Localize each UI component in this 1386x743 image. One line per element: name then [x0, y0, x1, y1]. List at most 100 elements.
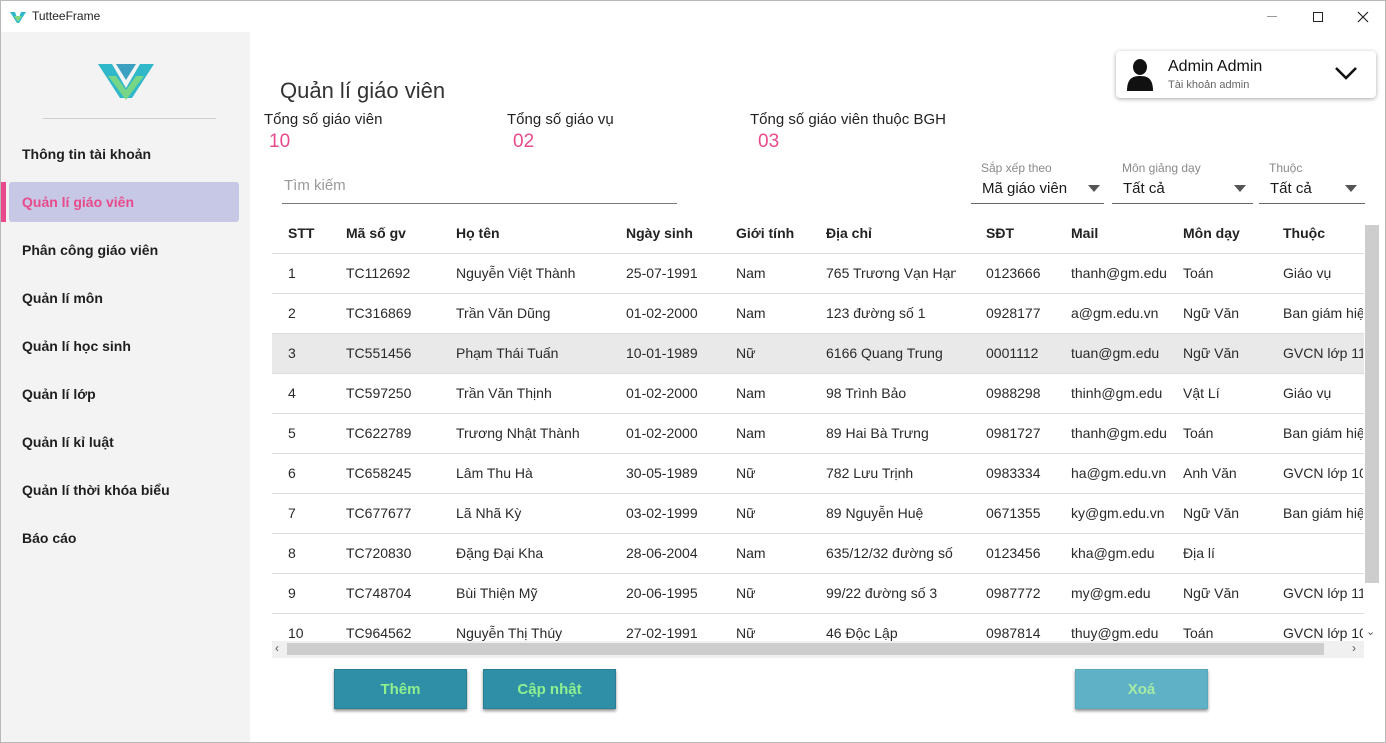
cell-name: Trần Văn Dũng	[456, 305, 551, 321]
cell-id: TC964562	[346, 625, 412, 641]
cell-birthday: 28-06-2004	[626, 545, 698, 561]
table-row[interactable]: 4 TC597250 Trần Văn Thịnh 01-02-2000 Nam 98 T…	[272, 373, 1364, 413]
sort-dropdown[interactable]: Sắp xếp theo Mã giáo viên	[971, 159, 1104, 204]
column-header-stt[interactable]: STT	[288, 225, 314, 241]
cell-gender: Nam	[736, 425, 766, 441]
cell-gender: Nam	[736, 265, 766, 281]
cell-id: TC316869	[346, 305, 412, 321]
cell-id: TC748704	[346, 585, 412, 601]
column-header-phone[interactable]: SĐT	[986, 225, 1014, 241]
table-row[interactable]: 5 TC622789 Trương Nhật Thành 01-02-2000 Nam 8…	[272, 413, 1364, 453]
cell-name: Trương Nhật Thành	[456, 425, 580, 441]
cell-gender: Nữ	[736, 585, 756, 601]
sidebar-item-classes[interactable]: Quản lí lớp	[1, 374, 250, 414]
cell-mail: thuy@gm.edu	[1071, 625, 1159, 641]
cell-stt: 1	[288, 265, 296, 281]
scroll-right-icon[interactable]: ›	[1352, 641, 1356, 655]
sidebar: Thông tin tài khoản Quản lí giáo viên Ph…	[1, 32, 250, 742]
cell-stt: 9	[288, 585, 296, 601]
user-account-card[interactable]: Admin Admin Tài khoản admin	[1116, 51, 1376, 98]
cell-phone: 0981727	[986, 425, 1041, 441]
scroll-down-icon[interactable]: ⌄	[1366, 625, 1375, 638]
sidebar-item-teachers[interactable]: Quản lí giáo viên	[9, 182, 239, 222]
cell-belong: GVCN lớp 11A	[1283, 345, 1363, 361]
vertical-scroll-thumb[interactable]	[1365, 225, 1379, 583]
scroll-left-icon[interactable]: ‹	[275, 641, 279, 655]
table-row[interactable]: 6 TC658245 Lâm Thu Hà 30-05-1989 Nữ 782 Lưu T…	[272, 453, 1364, 493]
cell-phone: 0983334	[986, 465, 1041, 481]
cell-birthday: 03-02-1999	[626, 505, 698, 521]
cell-belong: GVCN lớp 10A	[1283, 625, 1363, 641]
cell-phone: 0928177	[986, 305, 1041, 321]
column-header-gender[interactable]: Giới tính	[736, 225, 794, 241]
cell-id: TC112692	[346, 265, 411, 281]
cell-stt: 10	[288, 625, 304, 641]
cell-mail: thinh@gm.edu	[1071, 385, 1163, 401]
app-window: TutteeFrame Thông tin tài khoản Quản lí …	[0, 0, 1386, 743]
cell-birthday: 20-06-1995	[626, 585, 698, 601]
column-header-address[interactable]: Địa chỉ	[826, 225, 872, 241]
column-header-name[interactable]: Họ tên	[456, 225, 500, 241]
close-button[interactable]	[1340, 1, 1385, 32]
stat-value-academic-staff: 02	[513, 131, 535, 152]
sidebar-item-discipline[interactable]: Quản lí kỉ luật	[1, 422, 250, 462]
cell-stt: 8	[288, 545, 296, 561]
horizontal-scroll-thumb[interactable]	[287, 643, 1324, 655]
sidebar-item-timetable[interactable]: Quản lí thời khóa biểu	[1, 470, 250, 510]
avatar-icon	[1127, 59, 1153, 91]
table-row[interactable]: 8 TC720830 Đặng Đại Kha 28-06-2004 Nam 635/12…	[272, 533, 1364, 573]
close-icon	[1357, 11, 1369, 22]
table-row[interactable]: 1 TC112692 Nguyễn Việt Thành 25-07-1991 Nam 7…	[272, 253, 1364, 293]
subject-dropdown[interactable]: Môn giảng dạy Tất cả	[1112, 159, 1253, 204]
sidebar-item-students[interactable]: Quản lí học sinh	[1, 326, 250, 366]
sidebar-item-teacher-assignment[interactable]: Phân công giáo viên	[1, 230, 250, 270]
cell-subject: Ngữ Văn	[1183, 305, 1240, 321]
cell-phone: 0987814	[986, 625, 1041, 641]
cell-gender: Nam	[736, 385, 766, 401]
cell-name: Nguyễn Thị Thúy	[456, 625, 563, 641]
cell-subject: Địa lí	[1183, 545, 1215, 561]
user-role: Tài khoản admin	[1168, 79, 1250, 91]
minimize-button[interactable]	[1249, 1, 1295, 32]
cell-address: 782 Lưu Trịnh	[826, 465, 914, 481]
maximize-button[interactable]	[1295, 1, 1341, 32]
cell-mail: ky@gm.edu.vn	[1071, 505, 1165, 521]
cell-address: 89 Nguyễn Huệ	[826, 505, 924, 521]
table-row[interactable]: 9 TC748704 Bùi Thiện Mỹ 20-06-1995 Nữ 99/22 đ…	[272, 573, 1364, 613]
cell-name: Trần Văn Thịnh	[456, 385, 552, 401]
cell-phone: 0988298	[986, 385, 1041, 401]
column-header-id[interactable]: Mã số gv	[346, 225, 406, 241]
table-header: STT Mã số gv Họ tên Ngày sinh Giới tính …	[272, 213, 1364, 253]
column-header-mail[interactable]: Mail	[1071, 225, 1098, 241]
sidebar-item-account-info[interactable]: Thông tin tài khoản	[1, 134, 250, 174]
table-row[interactable]: 3 TC551456 Phạm Thái Tuấn 10-01-1989 Nữ 6166 …	[272, 333, 1364, 373]
table-row[interactable]: 7 TC677677 Lã Nhã Kỳ 03-02-1999 Nữ 89 Nguyễn …	[272, 493, 1364, 533]
update-button[interactable]: Cập nhật	[483, 669, 616, 709]
cell-gender: Nữ	[736, 465, 756, 481]
table-row[interactable]: 2 TC316869 Trần Văn Dũng 01-02-2000 Nam 123 đ…	[272, 293, 1364, 333]
cell-address: 123 đường số 1	[826, 305, 926, 321]
cell-stt: 4	[288, 385, 296, 401]
app-logo-icon	[10, 12, 26, 23]
sort-label: Sắp xếp theo	[981, 161, 1052, 175]
cell-id: TC597250	[346, 385, 412, 401]
cell-birthday: 10-01-1989	[626, 345, 698, 361]
cell-stt: 7	[288, 505, 296, 521]
delete-button[interactable]: Xoá	[1075, 669, 1208, 709]
sidebar-item-reports[interactable]: Báo cáo	[1, 518, 250, 558]
column-header-subject[interactable]: Môn dạy	[1183, 225, 1240, 241]
cell-gender: Nữ	[736, 625, 756, 641]
search-input[interactable]	[282, 169, 677, 202]
belong-dropdown[interactable]: Thuộc Tất cả	[1259, 159, 1365, 204]
cell-subject: Ngữ Văn	[1183, 585, 1240, 601]
cell-belong: Giáo vụ	[1283, 385, 1332, 401]
cell-id: TC551456	[346, 345, 412, 361]
sidebar-item-subjects[interactable]: Quản lí môn	[1, 278, 250, 318]
cell-subject: Ngữ Văn	[1183, 345, 1240, 361]
subject-value: Tất cả	[1123, 180, 1165, 197]
add-button[interactable]: Thêm	[334, 669, 467, 709]
chevron-down-icon[interactable]	[1333, 63, 1359, 83]
column-header-birthday[interactable]: Ngày sinh	[626, 225, 693, 241]
column-header-belong[interactable]: Thuộc	[1283, 225, 1325, 241]
cell-belong: GVCN lớp 10A	[1283, 465, 1363, 481]
